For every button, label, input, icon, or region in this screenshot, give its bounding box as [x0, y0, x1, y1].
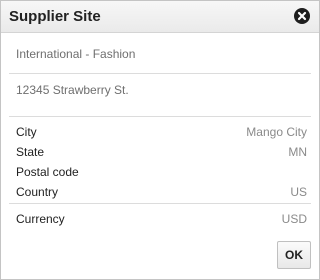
divider: [9, 203, 311, 204]
city-label: City: [16, 125, 37, 139]
site-address: 12345 Strawberry St.: [16, 83, 129, 97]
postal-code-label: Postal code: [16, 165, 79, 179]
close-icon[interactable]: [294, 8, 310, 24]
ok-button[interactable]: OK: [277, 241, 311, 269]
country-label: Country: [16, 185, 59, 199]
supplier-site-dialog: Supplier Site International - Fashion 12…: [0, 0, 320, 280]
site-name: International - Fashion: [16, 47, 136, 61]
currency-value: USD: [281, 212, 307, 226]
state-label: State: [16, 145, 45, 159]
city-value: Mango City: [246, 125, 307, 139]
dialog-title: Supplier Site: [9, 8, 101, 25]
dialog-titlebar: Supplier Site: [1, 1, 319, 33]
divider: [9, 73, 311, 74]
divider: [9, 116, 311, 117]
currency-label: Currency: [16, 212, 65, 226]
country-value: US: [290, 185, 307, 199]
state-value: MN: [288, 145, 307, 159]
